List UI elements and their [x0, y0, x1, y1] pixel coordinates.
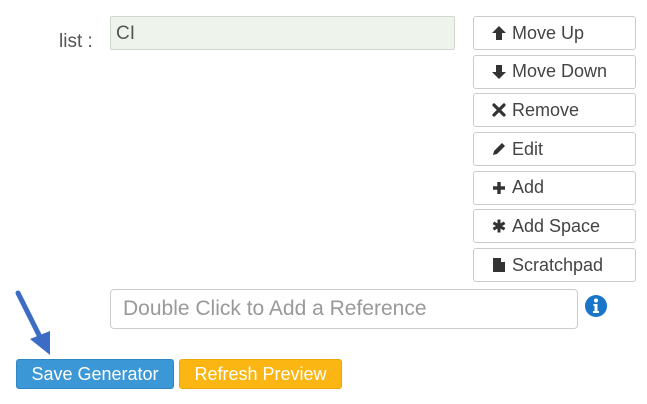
add-button[interactable]: Add	[473, 170, 636, 205]
add-space-label: Add Space	[512, 215, 601, 236]
scratchpad-button[interactable]: Scratchpad	[473, 248, 636, 283]
reference-input[interactable]	[110, 289, 578, 329]
remove-label: Remove	[512, 99, 580, 120]
arrow-up-icon	[490, 24, 508, 42]
move-up-label: Move Up	[512, 22, 585, 43]
add-label: Add	[512, 177, 545, 198]
scratchpad-label: Scratchpad	[512, 254, 604, 275]
add-space-button[interactable]: Add Space	[473, 209, 636, 244]
remove-button[interactable]: Remove	[473, 93, 636, 128]
edit-button[interactable]: Edit	[473, 132, 636, 167]
info-icon[interactable]	[584, 294, 608, 318]
refresh-preview-button[interactable]: Refresh Preview	[179, 359, 342, 389]
edit-label: Edit	[512, 138, 544, 159]
move-down-button[interactable]: Move Down	[473, 54, 636, 89]
annotation-arrow	[12, 289, 56, 359]
generator-editor: list : CI Move Up Move Down Remove Edit …	[0, 0, 647, 404]
list-box[interactable]: CI	[110, 16, 455, 50]
save-generator-button[interactable]: Save Generator	[16, 359, 174, 389]
move-down-label: Move Down	[512, 61, 608, 82]
x-icon	[490, 101, 508, 119]
arrow-down-icon	[490, 63, 508, 81]
asterisk-icon	[490, 217, 508, 235]
file-icon	[490, 256, 508, 274]
list-item[interactable]: CI	[116, 24, 135, 44]
plus-icon	[490, 179, 508, 197]
pencil-icon	[490, 140, 508, 158]
list-actions: Move Up Move Down Remove Edit Add Add Sp…	[473, 16, 636, 287]
list-label: list :	[59, 31, 93, 52]
move-up-button[interactable]: Move Up	[473, 16, 636, 50]
